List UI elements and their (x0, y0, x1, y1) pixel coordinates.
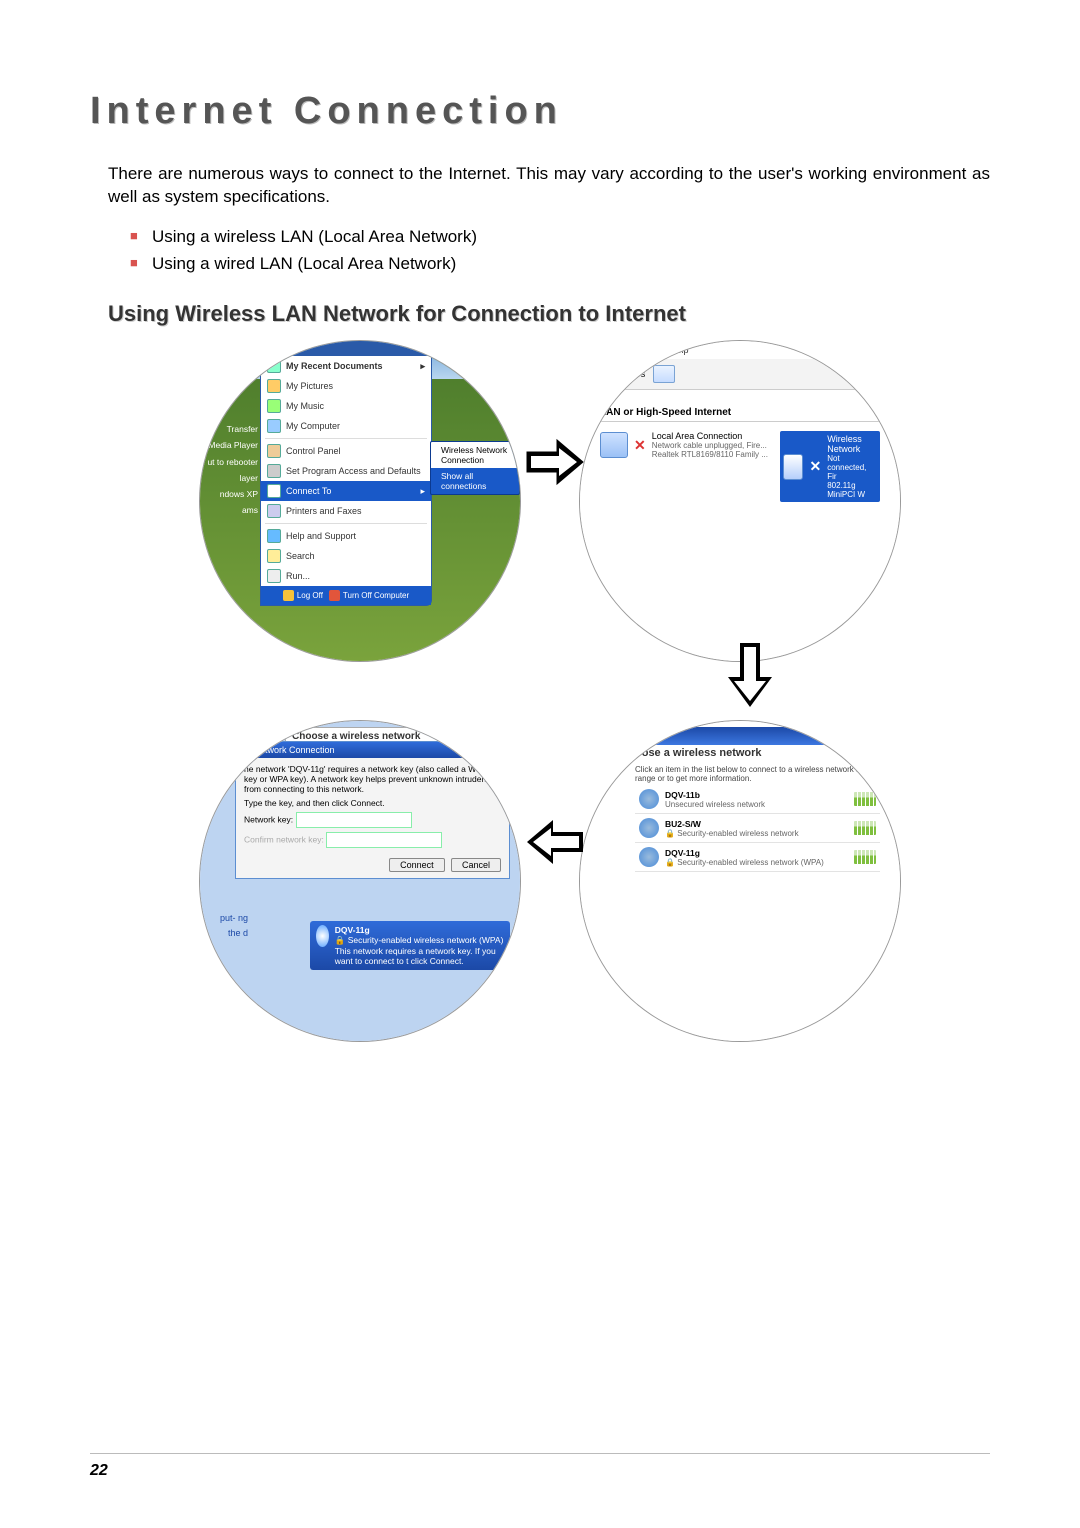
connect-to-submenu[interactable]: Wireless Network Connection Show all con… (430, 441, 520, 495)
network-key-input[interactable] (296, 812, 412, 828)
bullet-item: Using a wireless LAN (Local Area Network… (130, 223, 990, 250)
menu-connect-to[interactable]: Connect To▸ (261, 481, 431, 501)
intro-paragraph: There are numerous ways to connect to th… (90, 163, 990, 209)
cancel-button[interactable]: Cancel (451, 858, 501, 872)
error-x-icon: ✕ (809, 458, 821, 475)
side-tabs: put- ng the d (208, 911, 248, 940)
signal-icon (639, 789, 659, 809)
logoff-button[interactable]: Log Off (283, 590, 323, 601)
menu-my-pictures[interactable]: My Pictures (261, 376, 431, 396)
screenshot-wireless-list: oose a wireless network Click an item in… (580, 721, 900, 1041)
dialog-titlebar: ss Network Connection (236, 742, 509, 758)
section-lan-header: LAN or High-Speed Internet (600, 407, 880, 422)
wireless-connection-item[interactable]: ✕ Wireless Network Not connected, Fir 80… (780, 431, 880, 502)
screenshot-key-dialog: Choose a wireless network ss Network Con… (200, 721, 520, 1041)
signal-icon (316, 925, 329, 947)
menu-my-computer[interactable]: My Computer (261, 416, 431, 436)
error-x-icon: ✕ (634, 437, 646, 454)
start-menu-footer: Log Off Turn Off Computer (261, 586, 431, 605)
taskbar-item[interactable]: Windows Media Player (200, 633, 268, 655)
menu-run[interactable]: Run... (261, 566, 431, 586)
back-icon[interactable]: ⟵ (590, 367, 607, 381)
section-subtitle: Using Wireless LAN Network for Connectio… (108, 301, 990, 327)
network-item[interactable]: DQV-11g🔒 Security-enabled wireless netwo… (635, 843, 880, 872)
menu-printers-faxes[interactable]: Printers and Faxes (261, 501, 431, 521)
network-list: DQV-11bUnsecured wireless network BU2-S/… (635, 785, 880, 872)
desktop-left-icons: Transfer Media Player ut to rebooter lay… (200, 421, 258, 518)
document-page: Internet Connection There are numerous w… (0, 0, 1080, 1528)
choose-network-hint: Click an item in the list below to conne… (635, 765, 880, 783)
arrow-right-icon (525, 436, 585, 500)
menu-my-music[interactable]: My Music (261, 396, 431, 416)
signal-bars-icon (854, 850, 876, 864)
page-number: 22 (90, 1462, 108, 1479)
network-item[interactable]: DQV-11bUnsecured wireless network (635, 785, 880, 814)
arrow-left-icon (525, 816, 585, 880)
page-title: Internet Connection (90, 90, 990, 133)
wireless-icon (783, 454, 803, 480)
confirm-key-input[interactable] (326, 832, 442, 848)
submenu-show-all[interactable]: Show all connections (431, 468, 519, 494)
turnoff-button[interactable]: Turn Off Computer (329, 590, 409, 601)
network-item[interactable]: BU2-S/W🔒 Security-enabled wireless netwo… (635, 814, 880, 843)
menu-control-panel[interactable]: Control Panel (261, 441, 431, 461)
menu-help-support[interactable]: Help and Support (261, 526, 431, 546)
advanced-link[interactable]: dvanced (208, 1001, 242, 1011)
bullet-item: Using a wired LAN (Local Area Network) (130, 250, 990, 277)
screenshot-network-connections: Help ⟵ Folders LAN or High-Speed Interne… (580, 341, 900, 661)
menu-set-program-access[interactable]: Set Program Access and Defaults (261, 461, 431, 481)
dialog-hint: Type the key, and then click Connect. (244, 798, 501, 808)
lan-icon (600, 432, 628, 458)
toolbar: ⟵ Folders (580, 359, 900, 390)
signal-icon (639, 847, 659, 867)
start-menu[interactable]: My Recent Documents▸ My Pictures My Musi… (260, 341, 432, 606)
signal-bars-icon (854, 792, 876, 806)
menu-recent-documents[interactable]: My Recent Documents▸ (261, 356, 431, 376)
connect-button[interactable]: Connect (389, 858, 445, 872)
folders-button[interactable]: Folders (615, 369, 645, 379)
screenshot-start-menu: Transfer Media Player ut to rebooter lay… (200, 341, 520, 661)
network-key-dialog: ss Network Connection he network 'DQV-11… (235, 741, 510, 879)
signal-bars-icon (854, 821, 876, 835)
menu-help[interactable]: Help (580, 345, 900, 359)
selected-network-panel[interactable]: DQV-11g 🔒 Security-enabled wireless netw… (310, 921, 510, 970)
menu-search[interactable]: Search (261, 546, 431, 566)
diagram-area: Transfer Media Player ut to rebooter lay… (130, 341, 990, 1321)
choose-network-title: oose a wireless network (635, 747, 762, 759)
signal-icon (639, 818, 659, 838)
page-footer: 22 (90, 1453, 990, 1480)
submenu-wireless-connection[interactable]: Wireless Network Connection (431, 442, 519, 468)
arrow-down-icon (725, 641, 775, 724)
dialog-message: he network 'DQV-11g' requires a network … (244, 764, 501, 794)
view-icon[interactable] (653, 365, 675, 383)
bullet-list: Using a wireless LAN (Local Area Network… (90, 223, 990, 277)
